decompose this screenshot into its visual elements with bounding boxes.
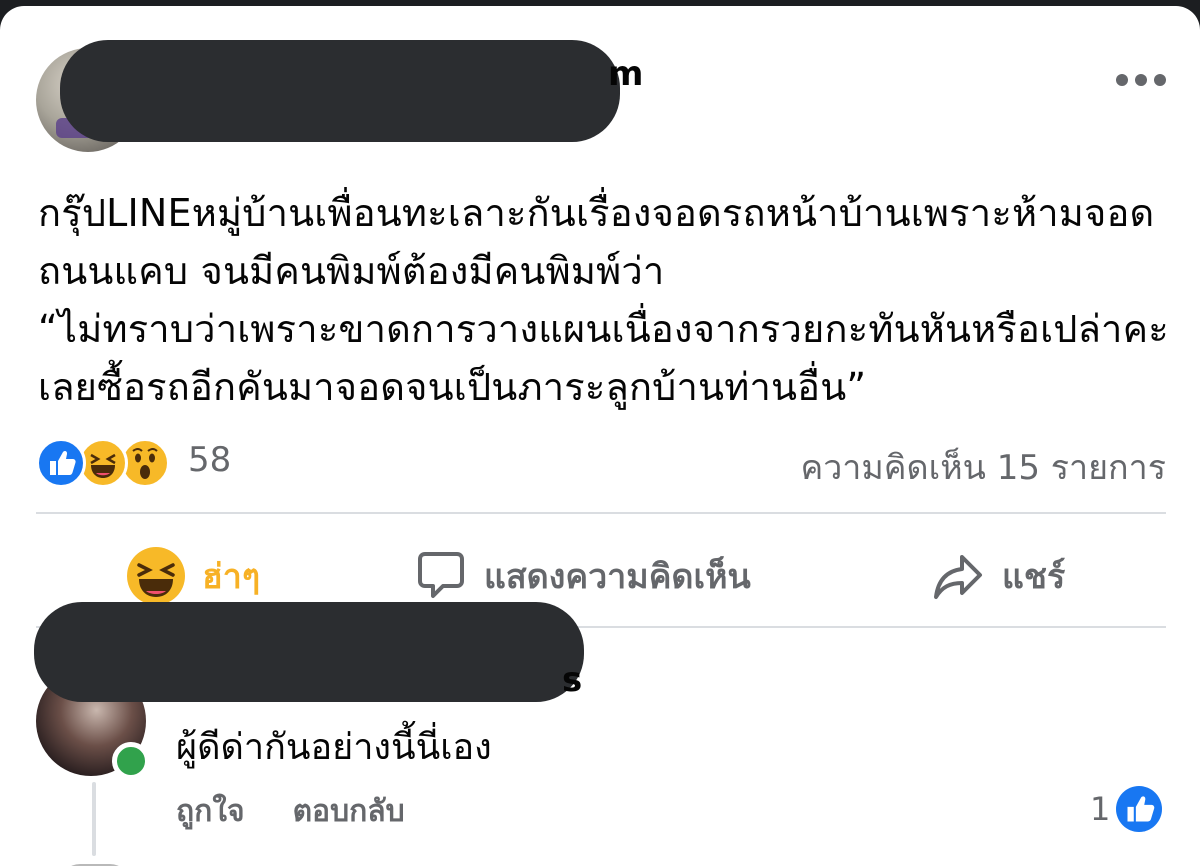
- redacted-author-name: [60, 40, 620, 142]
- online-status-indicator: [112, 742, 150, 780]
- like-icon: [36, 438, 86, 488]
- share-button[interactable]: แชร์: [930, 546, 1065, 606]
- comment-count-link[interactable]: ความคิดเห็น 15 รายการ: [800, 440, 1166, 494]
- comment-button[interactable]: แสดงความคิดเห็น: [414, 546, 751, 606]
- redacted-commenter-name: [34, 602, 584, 702]
- divider: [36, 512, 1166, 514]
- post-text: กรุ๊ปLINEหมู่บ้านเพื่อนทะเลาะกันเรื่องจอ…: [38, 184, 1169, 416]
- post-text-line: เลยซื้อรถอีกคันมาจอดจนเป็นภาระลูกบ้านท่า…: [38, 365, 867, 409]
- comment-actions: ถูกใจ ตอบกลับ: [176, 788, 405, 835]
- comment-like-summary[interactable]: 1: [1090, 786, 1163, 832]
- reply-thread-line: [92, 782, 96, 856]
- post-card: m กรุ๊ปLINEหมู่บ้านเพื่อนทะเลาะกันเรื่อง…: [0, 6, 1200, 866]
- reaction-count: 58: [188, 440, 232, 480]
- post-text-line: “ไม่ทราบว่าเพราะขาดการวางแผนเนื่องจากรวย…: [38, 307, 1169, 351]
- more-options-icon[interactable]: [1116, 70, 1168, 90]
- haha-icon: [127, 547, 185, 605]
- comment-label: แสดงความคิดเห็น: [484, 557, 751, 597]
- post-text-line: ถนนแคบ จนมีคนพิมพ์ต้องมีคนพิมพ์ว่า: [38, 249, 665, 293]
- comment-text: ผู้ดีด่ากันอย่างนี้นี่เอง: [176, 727, 492, 768]
- comment-bubble-icon: [418, 552, 464, 598]
- like-icon: [1116, 786, 1163, 832]
- comment-reply-button[interactable]: ตอบกลับ: [293, 788, 405, 835]
- post-text-line: กรุ๊ปLINEหมู่บ้านเพื่อนทะเลาะกันเรื่องจอ…: [38, 191, 1155, 235]
- post-author-name[interactable]: m: [608, 54, 643, 94]
- comment-like-count: 1: [1090, 790, 1111, 828]
- comment-like-button[interactable]: ถูกใจ: [176, 788, 245, 835]
- share-label: แชร์: [1002, 557, 1066, 597]
- share-arrow-icon: [934, 555, 982, 599]
- reaction-summary[interactable]: 58 ความคิดเห็น 15 รายการ: [36, 438, 1166, 488]
- react-button[interactable]: ฮ่าๆ: [126, 546, 260, 606]
- react-label: ฮ่าๆ: [202, 557, 261, 597]
- commenter-name[interactable]: s: [562, 660, 582, 700]
